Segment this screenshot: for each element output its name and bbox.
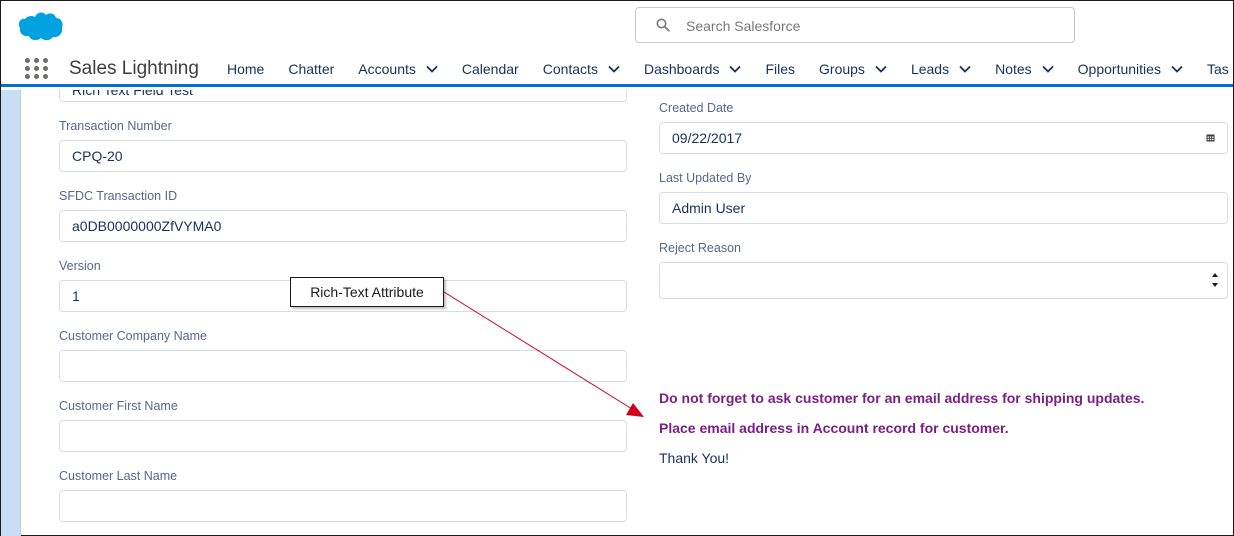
nav-item-calendar[interactable]: Calendar	[462, 61, 519, 77]
global-header: Sales Lightning Home Chatter Accounts Calen…	[1, 1, 1233, 87]
nav-item-label: Notes	[995, 61, 1032, 77]
rich-text-attribute-callout: Rich-Text Attribute	[290, 277, 444, 307]
last-updated-by-value: Admin User	[672, 200, 746, 216]
sfdc-transaction-id-value: a0DB0000000ZfVYMA0	[72, 218, 222, 234]
calendar-icon[interactable]	[1206, 133, 1215, 142]
chevron-down-icon[interactable]	[729, 65, 742, 73]
nav-bar: Home Chatter Accounts Calendar Contacts Dashb…	[215, 59, 1234, 79]
created-date-input[interactable]: 09/22/2017	[659, 122, 1228, 154]
chevron-down-icon[interactable]	[1171, 65, 1183, 73]
nav-item-groups[interactable]: Groups	[819, 61, 887, 77]
nav-item-dashboards[interactable]: Dashboards	[644, 61, 742, 77]
nav-item-label: Groups	[819, 61, 865, 77]
customer-company-name-input[interactable]	[59, 350, 627, 382]
nav-item-label: Contacts	[542, 61, 598, 77]
rich-text-field-input[interactable]: Rich Text Field Test	[59, 90, 627, 102]
version-label: Version	[59, 259, 101, 273]
sfdc-transaction-id-input[interactable]: a0DB0000000ZfVYMA0	[59, 210, 627, 242]
nav-item-notes[interactable]: Notes	[995, 61, 1054, 77]
app-launcher-icon[interactable]	[25, 58, 49, 80]
customer-first-name-label: Customer First Name	[59, 399, 178, 413]
version-value: 1	[72, 288, 80, 304]
spinner-icon[interactable]	[1211, 271, 1219, 289]
reject-reason-input[interactable]	[659, 262, 1228, 299]
chevron-down-icon[interactable]	[608, 65, 620, 73]
chevron-down-icon[interactable]	[875, 65, 887, 73]
customer-company-name-label: Customer Company Name	[59, 329, 207, 343]
nav-item-home[interactable]: Home	[227, 61, 264, 77]
rich-text-line-3: Thank You!	[659, 450, 730, 466]
sfdc-transaction-id-label: SFDC Transaction ID	[59, 189, 178, 203]
nav-item-label: Opportunities	[1077, 61, 1161, 77]
search-box[interactable]	[635, 7, 1075, 43]
nav-item-accounts[interactable]: Accounts	[358, 61, 438, 77]
nav-item-chatter[interactable]: Chatter	[288, 61, 334, 77]
last-updated-by-input[interactable]: Admin User	[659, 192, 1228, 224]
search-input[interactable]	[686, 16, 1056, 36]
customer-first-name-input[interactable]	[59, 420, 627, 452]
created-date-value: 09/22/2017	[672, 130, 743, 146]
salesforce-logo[interactable]	[15, 9, 65, 43]
nav-item-label: Leads	[910, 61, 950, 77]
transaction-number-value: CPQ-20	[72, 148, 123, 164]
nav-item-label: Dashboards	[643, 61, 720, 77]
nav-item-label: Tas	[1206, 61, 1229, 77]
chevron-down-icon[interactable]	[959, 65, 971, 73]
reject-reason-label: Reject Reason	[659, 241, 741, 255]
transaction-number-input[interactable]: CPQ-20	[59, 140, 627, 172]
nav-item-label: Files	[765, 61, 796, 77]
nav-item-label: Accounts	[358, 61, 416, 77]
created-date-label: Created Date	[659, 101, 734, 115]
nav-item-tas[interactable]: Tas	[1207, 61, 1229, 77]
nav-item-label: Calendar	[461, 61, 519, 77]
nav-item-opportunities[interactable]: Opportunities	[1078, 61, 1183, 77]
nav-item-leads[interactable]: Leads	[911, 61, 971, 77]
transaction-number-label: Transaction Number	[59, 119, 172, 133]
last-updated-by-label: Last Updated By	[659, 171, 752, 185]
nav-item-label: Home	[227, 61, 265, 77]
app-name: Sales Lightning	[69, 58, 199, 79]
chevron-down-icon[interactable]	[426, 65, 438, 73]
nav-item-label: Chatter	[288, 61, 335, 77]
sidebar-background	[1, 90, 21, 536]
search-icon	[656, 18, 670, 32]
customer-last-name-input[interactable]	[59, 490, 627, 522]
rich-text-field-value: Rich Text Field Test	[72, 90, 193, 98]
customer-last-name-label: Customer Last Name	[59, 469, 178, 483]
nav-item-files[interactable]: Files	[765, 61, 795, 77]
rich-text-line-2: Place email address in Account record fo…	[659, 420, 1009, 436]
chevron-down-icon[interactable]	[1042, 65, 1054, 73]
nav-item-contacts[interactable]: Contacts	[543, 61, 620, 77]
rich-text-line-1: Do not forget to ask customer for an ema…	[659, 390, 1145, 406]
